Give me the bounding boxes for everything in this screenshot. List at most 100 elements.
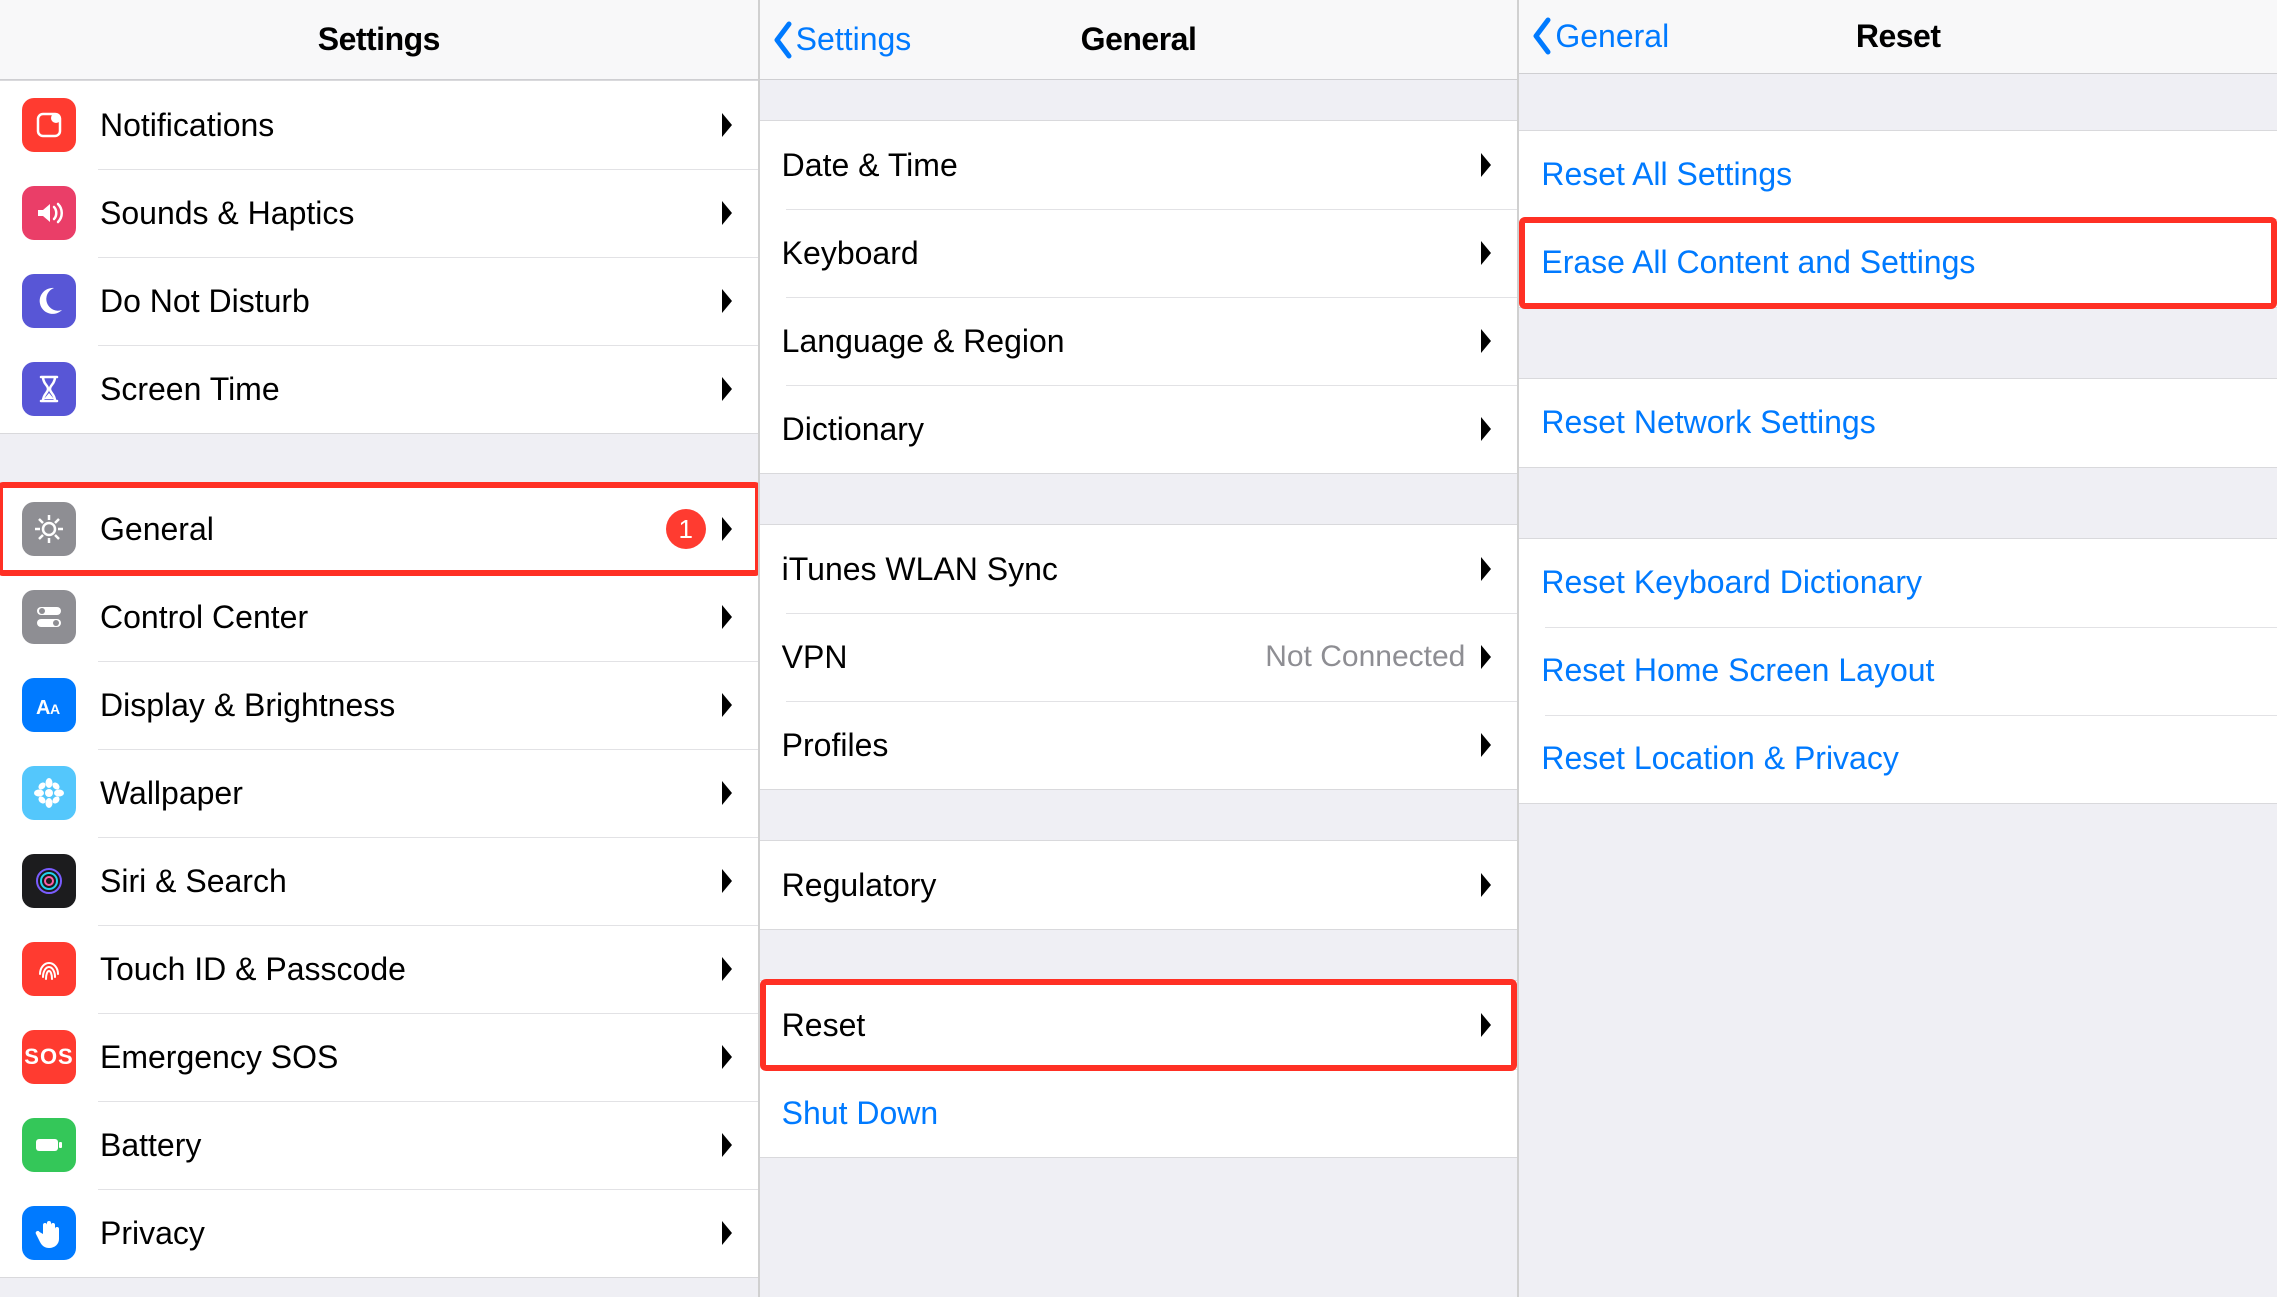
chevron-right-icon [1477,642,1495,672]
hand-icon [22,1206,76,1260]
back-to-general[interactable]: General [1531,0,1669,73]
vpn-label: VPN [782,639,1266,676]
chevron-right-icon [1477,238,1495,268]
general-navbar: Settings General [760,0,1518,80]
privacy-row[interactable]: Privacy [0,1189,758,1277]
chevron-right-icon [718,374,736,404]
sos-label: Emergency SOS [100,1039,718,1076]
wallpaper-label: Wallpaper [100,775,718,812]
general-pane: Settings General Date & Time Keyboard Lang… [760,0,1520,1297]
touchid-row[interactable]: Touch ID & Passcode [0,925,758,1013]
resetkeyboard-row[interactable]: Reset Keyboard Dictionary [1519,539,2277,627]
dnd-row[interactable]: Do Not Disturb [0,257,758,345]
dictionary-label: Dictionary [782,411,1478,448]
group-separator [1519,308,2277,378]
general-label: General [100,511,666,548]
chevron-right-icon [718,602,736,632]
vpn-value: Not Connected [1265,640,1465,674]
chevron-right-icon [718,514,736,544]
touchid-label: Touch ID & Passcode [100,951,718,988]
sos-row[interactable]: SOS Emergency SOS [0,1013,758,1101]
siri-row[interactable]: Siri & Search [0,837,758,925]
group-separator [760,790,1518,840]
vpn-row[interactable]: VPNNot Connected [760,613,1518,701]
screentime-row[interactable]: Screen Time [0,345,758,433]
eraseall-row[interactable]: Erase All Content and Settings [1519,219,2277,307]
privacy-label: Privacy [100,1215,718,1252]
resetkeyboard-label: Reset Keyboard Dictionary [1541,564,2255,601]
battery-icon [22,1118,76,1172]
keyboard-label: Keyboard [782,235,1478,272]
itunessync-label: iTunes WLAN Sync [782,551,1478,588]
resetnetwork-label: Reset Network Settings [1541,404,2255,441]
chevron-right-icon [718,690,736,720]
resetall-row[interactable]: Reset All Settings [1519,131,2277,219]
group-separator [760,474,1518,524]
sounds-row[interactable]: Sounds & Haptics [0,169,758,257]
profiles-label: Profiles [782,727,1478,764]
group-separator [1519,468,2277,538]
settings-group: Reset Keyboard Dictionary Reset Home Scre… [1519,538,2277,804]
profiles-row[interactable]: Profiles [760,701,1518,789]
itunessync-row[interactable]: iTunes WLAN Sync [760,525,1518,613]
chevron-right-icon [1477,1010,1495,1040]
dictionary-row[interactable]: Dictionary [760,385,1518,473]
langregion-row[interactable]: Language & Region [760,297,1518,385]
resetnetwork-row[interactable]: Reset Network Settings [1519,379,2277,467]
wallpaper-row[interactable]: Wallpaper [0,749,758,837]
chevron-right-icon [1477,326,1495,356]
datetime-label: Date & Time [782,147,1478,184]
sos-icon: SOS [22,1030,76,1084]
chevron-right-icon [718,286,736,316]
notifications-row[interactable]: Notifications [0,81,758,169]
general-row[interactable]: General1 [0,485,758,573]
reset-pane: General Reset Reset All Settings Erase Al… [1519,0,2277,1297]
group-separator [760,80,1518,120]
chevron-left-icon [1531,17,1553,55]
controlcenter-row[interactable]: Control Center [0,573,758,661]
datetime-row[interactable]: Date & Time [760,121,1518,209]
reset-navbar: General Reset [1519,0,2277,74]
regulatory-row[interactable]: Regulatory [760,841,1518,929]
empty-space [1519,804,2277,1297]
siri-label: Siri & Search [100,863,718,900]
resethome-row[interactable]: Reset Home Screen Layout [1519,627,2277,715]
chevron-right-icon [718,954,736,984]
moon-icon [22,274,76,328]
back-to-settings[interactable]: Settings [772,0,912,79]
shutdown-label: Shut Down [782,1095,1496,1132]
general-badge: 1 [666,509,706,549]
chevron-right-icon [1477,554,1495,584]
battery-row[interactable]: Battery [0,1101,758,1189]
group-separator [1519,74,2277,130]
reset-label: Reset [782,1007,1478,1044]
battery-label: Battery [100,1127,718,1164]
display-row[interactable]: Display & Brightness [0,661,758,749]
settings-title: Settings [318,21,440,58]
eraseall-label: Erase All Content and Settings [1541,244,2255,281]
chevron-right-icon [1477,870,1495,900]
notifications-label: Notifications [100,107,718,144]
regulatory-label: Regulatory [782,867,1478,904]
chevron-right-icon [718,1130,736,1160]
settings-group: Reset Shut Down [760,980,1518,1158]
settings-group: Regulatory [760,840,1518,930]
shutdown-row[interactable]: Shut Down [760,1069,1518,1157]
keyboard-row[interactable]: Keyboard [760,209,1518,297]
settings-navbar: Settings [0,0,758,80]
dnd-label: Do Not Disturb [100,283,718,320]
settings-group: General1Control CenterDisplay & Brightne… [0,484,758,1278]
textsize-icon [22,678,76,732]
chevron-left-icon [772,21,794,59]
resethome-label: Reset Home Screen Layout [1541,652,2255,689]
chevron-right-icon [1477,414,1495,444]
reset-row[interactable]: Reset [760,981,1518,1069]
resetlocation-row[interactable]: Reset Location & Privacy [1519,715,2277,803]
chevron-right-icon [718,866,736,896]
chevron-right-icon [1477,150,1495,180]
screentime-label: Screen Time [100,371,718,408]
display-label: Display & Brightness [100,687,718,724]
sounds-icon [22,186,76,240]
chevron-right-icon [718,1042,736,1072]
general-title: General [1081,21,1197,58]
